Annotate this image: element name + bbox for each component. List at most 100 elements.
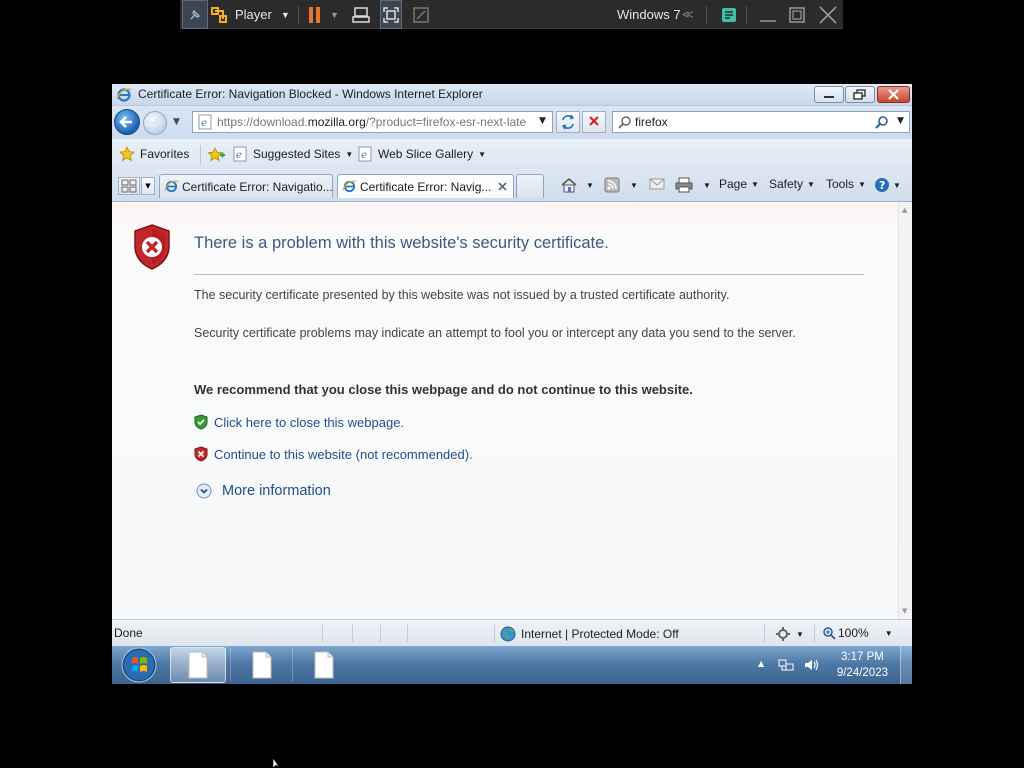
ie-window: Certificate Error: Navigation Blocked - … [112,84,912,684]
pause-icon [309,6,320,23]
divider [814,624,815,642]
print-button[interactable]: ▼ [675,177,711,193]
pin-icon[interactable] [182,0,208,29]
close-icon [819,5,837,24]
security-zone[interactable]: Internet | Protected Mode: Off [500,626,679,642]
navigation-bar: ▼ e https://download.mozilla.org/?produc… [112,106,912,139]
security-error-shield-icon [134,224,170,270]
address-dropdown-icon[interactable]: ▼ [539,116,546,126]
safety-menu-button[interactable]: Safety ▼ [769,177,815,191]
maximize-icon [789,6,805,23]
message-log-button[interactable] [720,0,738,29]
title-bar[interactable]: Certificate Error: Navigation Blocked - … [112,84,912,106]
page-icon: e [198,114,212,130]
page-content: There is a problem with this website's s… [112,202,898,619]
back-button[interactable] [114,109,140,135]
taskbar-app-1[interactable] [170,647,226,683]
safety-menu-label: Safety [769,177,804,191]
feeds-button[interactable]: ▼ [604,177,638,193]
page-menu-button[interactable]: Page ▼ [719,177,759,191]
status-text: Done [114,626,143,640]
network-icon[interactable] [778,657,794,673]
help-button[interactable]: ? ▼ [874,177,901,193]
start-button[interactable] [118,647,160,683]
tools-menu-button[interactable]: Tools ▼ [826,177,866,191]
search-icon[interactable] [875,115,890,130]
tab-list-dropdown[interactable]: ▼ [141,177,155,195]
document-icon [188,651,208,679]
search-box[interactable]: ▼ [612,111,910,133]
tab-and-command-bar: ▼ Certificate Error: Navigatio... Certif… [112,169,912,202]
document-icon [314,651,334,679]
volume-icon[interactable] [803,657,819,673]
player-menu-button[interactable]: Player ▼ [210,0,290,29]
web-slice-gallery-button[interactable]: e Web Slice Gallery ▼ [357,146,486,162]
help-icon: ? [875,178,889,192]
taskbar-app-2[interactable] [234,647,290,683]
close-webpage-link[interactable]: Click here to close this webpage. [194,414,404,430]
system-clock[interactable]: 3:17 PM 9/24/2023 [837,649,888,681]
vertical-scrollbar[interactable]: ▲ ▼ [898,202,912,619]
search-input[interactable] [635,114,875,130]
favorites-label: Favorites [140,147,190,161]
continue-link-text[interactable]: Continue to this website (not recommende… [214,447,473,462]
protected-mode-settings[interactable]: ▼ [774,626,804,642]
divider [494,624,495,642]
restore-button[interactable] [845,86,875,103]
scroll-up-arrow-icon[interactable]: ▲ [902,206,907,214]
stop-button[interactable] [582,111,606,133]
fullscreen-button[interactable] [380,0,402,29]
add-to-favorites-bar-button[interactable] [207,146,225,162]
minimize-button[interactable] [814,86,844,103]
pause-button[interactable]: ▼ [308,0,339,29]
unity-button[interactable] [412,0,430,29]
suggested-sites-button[interactable]: e Suggested Sites ▼ [232,146,353,162]
show-hidden-icons-arrow-icon[interactable]: ▲ [758,659,764,668]
taskbar-app-3[interactable] [296,647,352,683]
divider [764,624,765,642]
more-information-toggle[interactable]: More information [196,483,331,499]
chevron-down-icon: ▼ [345,149,354,159]
close-tab-icon[interactable] [497,181,508,192]
chevron-down-icon: ▼ [280,9,290,20]
tab-certificate-error-1[interactable]: Certificate Error: Navigatio... [159,174,333,198]
settings-gear-icon [776,627,790,641]
star-icon [119,146,135,162]
chevron-down-icon: ▼ [145,182,151,190]
close-button[interactable] [877,86,910,103]
address-bar[interactable]: e https://download.mozilla.org/?product=… [192,111,553,133]
minimize-button[interactable] [758,0,778,29]
windows-orb-icon [121,647,157,683]
close-icon [888,89,899,100]
recommendation-text: We recommend that you close this webpage… [194,382,693,397]
divider [194,274,864,275]
error-warning-text: Security certificate problems may indica… [194,326,796,340]
search-options-dropdown-icon[interactable]: ▼ [897,116,904,126]
send-ctrl-alt-del-button[interactable] [352,0,370,29]
maximize-button[interactable] [788,0,806,29]
continue-to-website-link[interactable]: Continue to this website (not recommende… [194,446,473,462]
search-provider-icon [618,116,631,129]
double-chevron-left-icon[interactable]: ≪ [682,0,694,29]
chevron-down-icon: ▼ [330,9,339,20]
favorites-button[interactable]: Favorites [119,146,189,162]
close-button[interactable] [818,0,838,29]
tab-certificate-error-2[interactable]: Certificate Error: Navig... [337,174,514,198]
read-mail-button[interactable] [649,177,665,191]
scroll-down-arrow-icon[interactable]: ▼ [902,607,907,615]
quick-tabs-button[interactable] [118,177,140,195]
zoom-control[interactable]: 100% ▼ [822,626,893,640]
divider [380,624,381,642]
home-button[interactable]: ▼ [560,177,594,193]
show-desktop-button[interactable] [900,646,912,684]
arrow-right-icon [150,118,161,128]
forward-button[interactable] [143,111,167,135]
globe-icon [500,626,516,642]
svg-text:e: e [201,118,207,129]
recent-pages-dropdown-icon[interactable]: ▼ [173,117,180,127]
close-webpage-link-text[interactable]: Click here to close this webpage. [214,415,404,430]
new-tab-button[interactable] [516,174,544,198]
ie-page-icon: e [233,146,247,162]
address-url[interactable]: https://download.mozilla.org/?product=fi… [217,115,537,129]
certificate-refresh-button[interactable] [556,111,580,133]
